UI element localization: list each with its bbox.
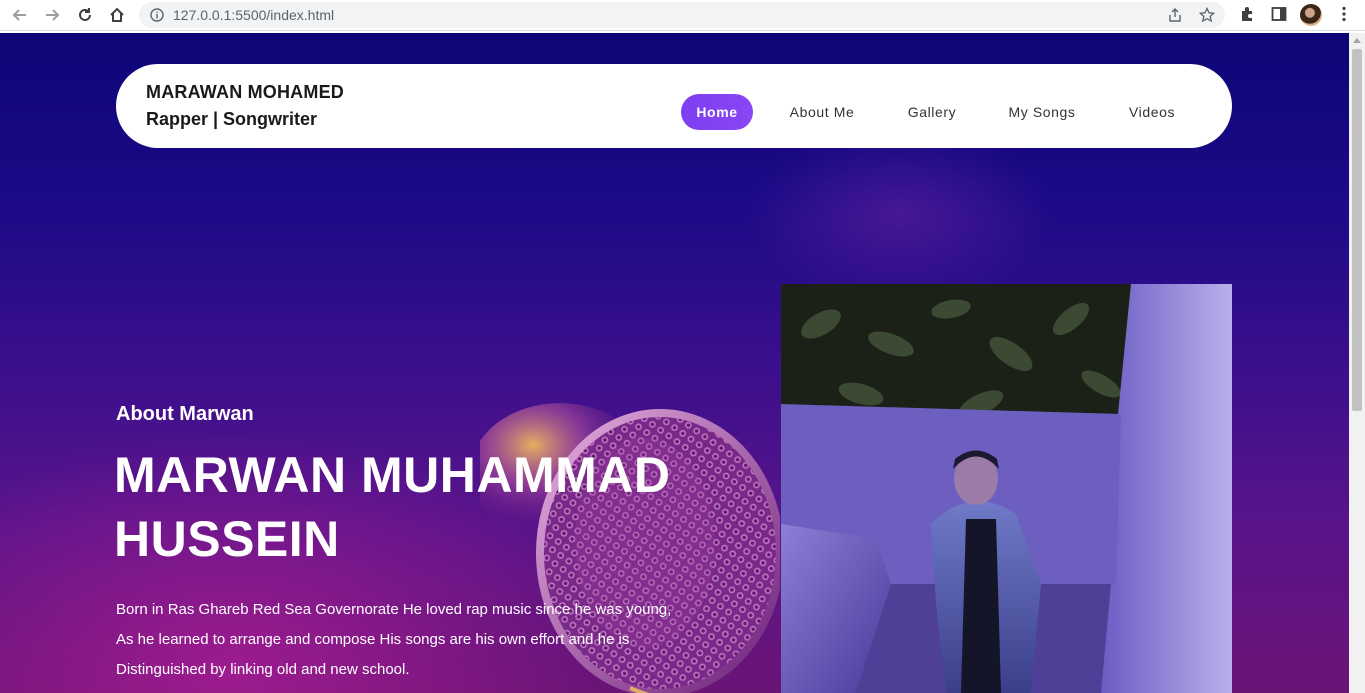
brand-tagline: Rapper | Songwriter bbox=[146, 109, 318, 129]
browser-toolbar: 127.0.0.1:5500/index.html bbox=[0, 0, 1365, 31]
page-scrollbar[interactable] bbox=[1349, 33, 1365, 693]
hero-title-line1: MARWAN MUHAMMAD bbox=[114, 447, 671, 503]
reload-icon[interactable] bbox=[74, 4, 96, 26]
hero-subtitle: About Marwan bbox=[116, 403, 254, 425]
page-content: MARAWAN MOHAMED Rapper | Songwriter Home… bbox=[0, 33, 1349, 693]
profile-avatar[interactable] bbox=[1300, 4, 1322, 26]
home-icon[interactable] bbox=[106, 4, 128, 26]
bio-line: As he learned to arrange and compose His… bbox=[116, 631, 630, 648]
url-text[interactable]: 127.0.0.1:5500/index.html bbox=[173, 7, 334, 23]
address-bar[interactable]: 127.0.0.1:5500/index.html bbox=[139, 2, 1225, 28]
scrollbar-thumb[interactable] bbox=[1352, 49, 1362, 411]
forward-icon[interactable] bbox=[41, 4, 63, 26]
info-icon[interactable] bbox=[150, 8, 164, 27]
bio-line: Distinguished by linking old and new sch… bbox=[116, 661, 410, 678]
scroll-up-icon[interactable] bbox=[1353, 38, 1361, 43]
nav-my-songs[interactable]: My Songs bbox=[1001, 94, 1083, 130]
brand-name: MARAWAN MOHAMED bbox=[146, 82, 344, 102]
extensions-icon[interactable] bbox=[1238, 5, 1256, 28]
nav-about-me[interactable]: About Me bbox=[781, 94, 863, 130]
nav-home[interactable]: Home bbox=[681, 94, 753, 130]
hero-title-line2: HUSSEIN bbox=[114, 511, 340, 567]
bio-line: Born in Ras Ghareb Red Sea Governorate H… bbox=[116, 601, 672, 618]
artist-photo bbox=[781, 284, 1232, 693]
site-header: MARAWAN MOHAMED Rapper | Songwriter Home… bbox=[116, 64, 1232, 148]
back-icon[interactable] bbox=[9, 4, 31, 26]
share-icon[interactable] bbox=[1167, 7, 1183, 28]
side-panel-icon[interactable] bbox=[1270, 5, 1288, 28]
nav-gallery[interactable]: Gallery bbox=[899, 94, 965, 130]
hero-bio: Born in Ras Ghareb Red Sea Governorate H… bbox=[116, 595, 676, 685]
nav-videos[interactable]: Videos bbox=[1121, 94, 1183, 130]
hero-title: MARWAN MUHAMMAD HUSSEIN bbox=[114, 443, 714, 571]
more-menu-icon[interactable] bbox=[1335, 5, 1353, 28]
bookmark-star-icon[interactable] bbox=[1198, 6, 1216, 28]
